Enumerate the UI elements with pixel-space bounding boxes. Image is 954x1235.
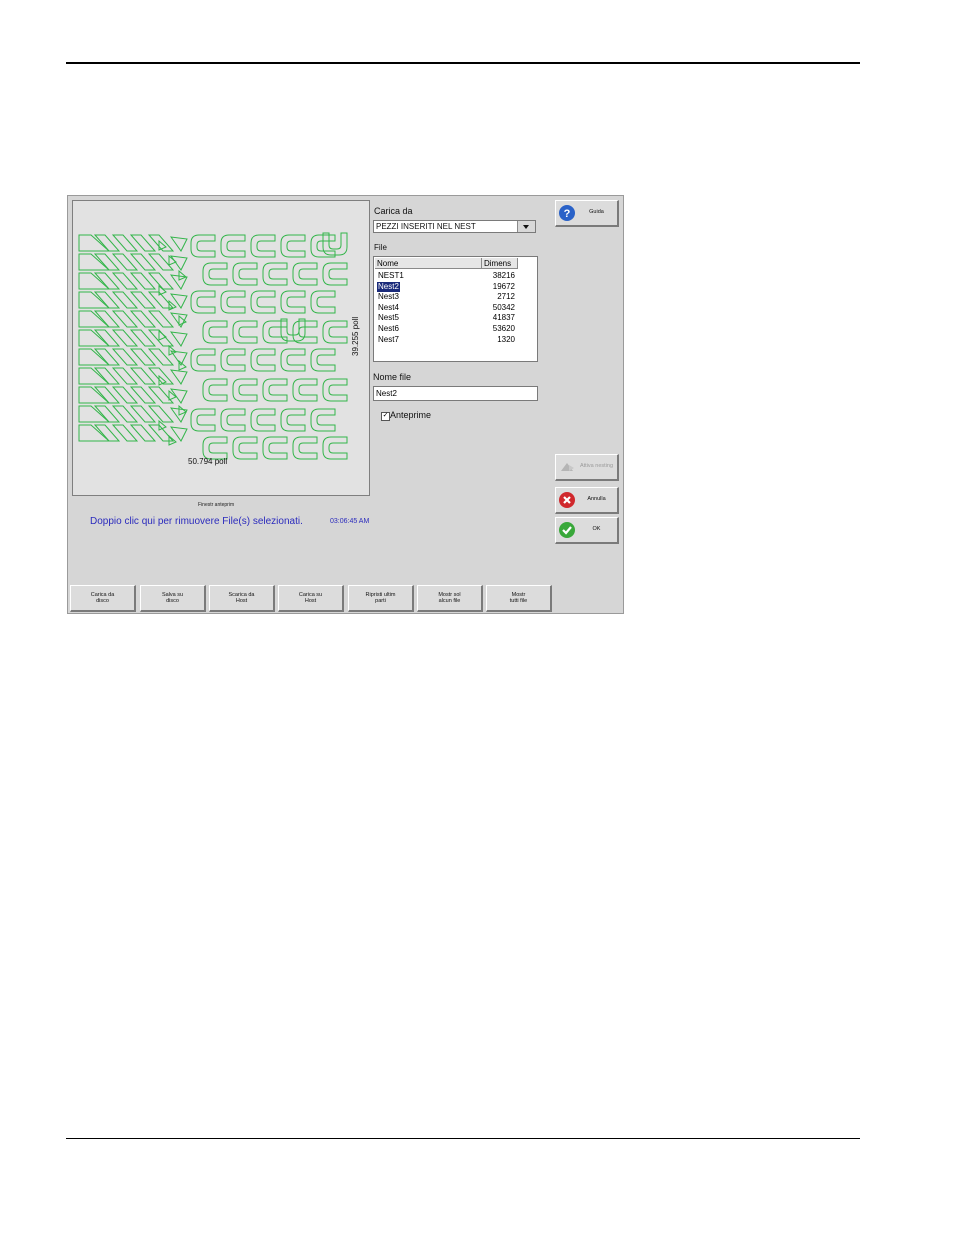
file-list-row[interactable]: Nest5 41837 (375, 313, 535, 324)
cancel-button[interactable]: Annulla (555, 487, 619, 514)
checkmark-icon (559, 522, 575, 538)
file-size-cell: 41837 (492, 313, 515, 323)
preview-checkbox[interactable]: ✓ (381, 412, 390, 421)
help-button[interactable]: ? Guida (555, 200, 619, 227)
show-all-files-button[interactable]: Mostr tutti file (486, 585, 552, 612)
cancel-button-label: Annulla (587, 496, 606, 502)
file-list-row[interactable]: NEST1 38216 (375, 271, 535, 282)
status-time: 03:06:45 AM (330, 518, 370, 525)
dropdown-arrow-icon[interactable] (517, 221, 535, 232)
file-name-cell: Nest7 (378, 334, 399, 344)
file-name-cell: Nest5 (378, 313, 399, 323)
file-name-cell: Nest3 (378, 292, 399, 302)
button-line-2: disco (166, 598, 179, 604)
file-list-row[interactable]: Nest2 19672 (375, 281, 535, 293)
upload-to-host-button[interactable]: Carica su Host (278, 585, 344, 612)
help-button-label: Guida (589, 209, 604, 215)
nest-file-dialog: 50.794 poll 39.255 poll Finestr anteprim… (67, 195, 624, 614)
button-line-2: alcun file (438, 598, 461, 604)
column-header-size[interactable]: Dimens (482, 258, 518, 269)
file-list-row[interactable]: Nest4 50342 (375, 303, 535, 314)
nest-preview-drawing (78, 232, 348, 460)
disabled-action-button: Attiva nesting (555, 454, 619, 481)
file-size-cell: 38216 (492, 271, 515, 280)
ok-button-label: OK (592, 526, 601, 532)
file-list-label: File (374, 243, 387, 252)
button-line-2: tutti file (509, 598, 528, 604)
button-line-2: Host (304, 598, 317, 604)
load-from-label: Carica da (374, 206, 413, 216)
status-message[interactable]: Doppio clic qui per rimuovere File(s) se… (90, 516, 303, 527)
ok-button[interactable]: OK (555, 517, 619, 544)
preview-caption: Finestr anteprim (198, 502, 235, 508)
show-some-files-button[interactable]: Mostr sol alcun file (417, 585, 483, 612)
file-size-cell: 2712 (497, 292, 515, 302)
file-list-header: Nome Dimens (375, 258, 536, 269)
help-icon: ? (559, 205, 575, 221)
load-from-dropdown[interactable]: PEZZI INSERITI NEL NEST (373, 220, 536, 233)
file-name-cell: Nest4 (378, 302, 399, 312)
preview-checkbox-label: Anteprime (390, 410, 432, 420)
disabled-action-label: Attiva nesting (579, 463, 614, 469)
file-list-rows: NEST1 38216 Nest2 19672 Nest3 2712 Nest4 50342 N… (375, 271, 535, 345)
file-name-cell: Nest2 (377, 281, 400, 293)
load-from-value: PEZZI INSERITI NEL NEST (376, 222, 476, 231)
preview-width-label: 50.794 poll (188, 457, 228, 466)
file-name-cell: Nest6 (378, 323, 399, 333)
file-list-row[interactable]: Nest3 2712 (375, 292, 535, 303)
file-list[interactable]: Nome Dimens NEST1 38216 Nest2 19672 Nest3 271… (373, 256, 538, 362)
file-size-cell: 1320 (497, 334, 515, 344)
load-from-disk-button[interactable]: Carica da disco (70, 585, 136, 612)
file-name-cell: NEST1 (378, 271, 404, 280)
file-list-row[interactable]: Nest6 53620 (375, 324, 535, 335)
button-line-2: disco (96, 598, 109, 604)
close-icon (559, 492, 575, 508)
nesting-icon (559, 459, 575, 475)
file-list-row[interactable]: Nest7 1320 (375, 335, 535, 346)
preview-height-label: 39.255 poll (351, 316, 360, 356)
preview-window: 50.794 poll 39.255 poll (72, 200, 370, 496)
file-size-cell: 53620 (492, 323, 515, 333)
header-rule (66, 62, 860, 64)
save-to-disk-button[interactable]: Salva su disco (140, 585, 206, 612)
file-size-cell: 19672 (492, 281, 515, 291)
file-name-label: Nome file (373, 372, 412, 382)
button-line-2: parti (375, 598, 386, 604)
column-header-name[interactable]: Nome (375, 258, 482, 269)
svg-text:?: ? (564, 208, 571, 220)
footer-rule (66, 1138, 860, 1139)
download-from-host-button[interactable]: Scarica da Host (209, 585, 275, 612)
button-line-2: Host (235, 598, 248, 604)
file-name-field[interactable]: Nest2 (373, 386, 538, 401)
restore-last-parts-button[interactable]: Ripristi ultim parti (348, 585, 414, 612)
file-size-cell: 50342 (492, 302, 515, 312)
